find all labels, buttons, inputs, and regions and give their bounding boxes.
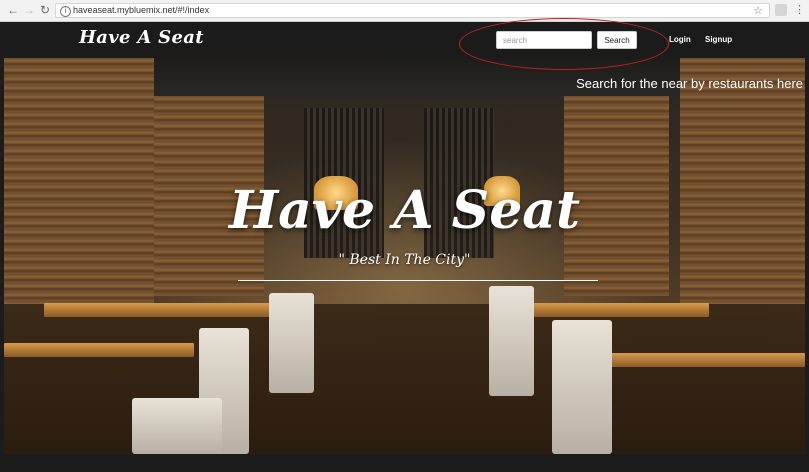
dining-table xyxy=(579,353,805,367)
login-link[interactable]: Login xyxy=(669,35,691,44)
menu-dots-icon[interactable]: ⋮ xyxy=(794,3,805,16)
chair xyxy=(552,320,612,454)
search-input[interactable] xyxy=(496,31,592,49)
search-button[interactable]: Search xyxy=(597,31,637,49)
dining-table xyxy=(4,343,194,357)
dining-table xyxy=(44,303,274,317)
url-text: haveaseat.mybluemix.net/#!/index xyxy=(73,5,210,15)
browser-toolbar: ← → ↻ i haveaseat.mybluemix.net/#!/index… xyxy=(0,0,809,22)
hero-title: Have A Seat xyxy=(228,180,581,241)
address-bar[interactable]: i haveaseat.mybluemix.net/#!/index ☆ xyxy=(55,3,770,18)
signup-link[interactable]: Signup xyxy=(705,35,732,44)
chair xyxy=(269,293,314,393)
extension-icon[interactable] xyxy=(775,4,787,16)
hero-divider xyxy=(238,280,598,281)
annotation-caption: Search for the near by restaurants here xyxy=(576,76,803,91)
site-navbar: Have A Seat Search Login Signup xyxy=(0,22,809,58)
floor xyxy=(4,304,805,454)
info-icon[interactable]: i xyxy=(60,6,71,17)
chair xyxy=(489,286,534,396)
back-arrow-icon[interactable]: ← xyxy=(6,3,20,17)
chair xyxy=(132,398,222,454)
footer-bar xyxy=(0,454,809,472)
reload-icon[interactable]: ↻ xyxy=(38,3,52,17)
brand-logo[interactable]: Have A Seat xyxy=(79,27,204,48)
hero-banner: Search for the near by restaurants here … xyxy=(4,58,805,454)
star-icon[interactable]: ☆ xyxy=(753,4,763,17)
forward-arrow-icon[interactable]: → xyxy=(22,3,36,17)
hero-subtitle: " Best In The City" xyxy=(338,252,471,268)
dining-table xyxy=(509,303,709,317)
